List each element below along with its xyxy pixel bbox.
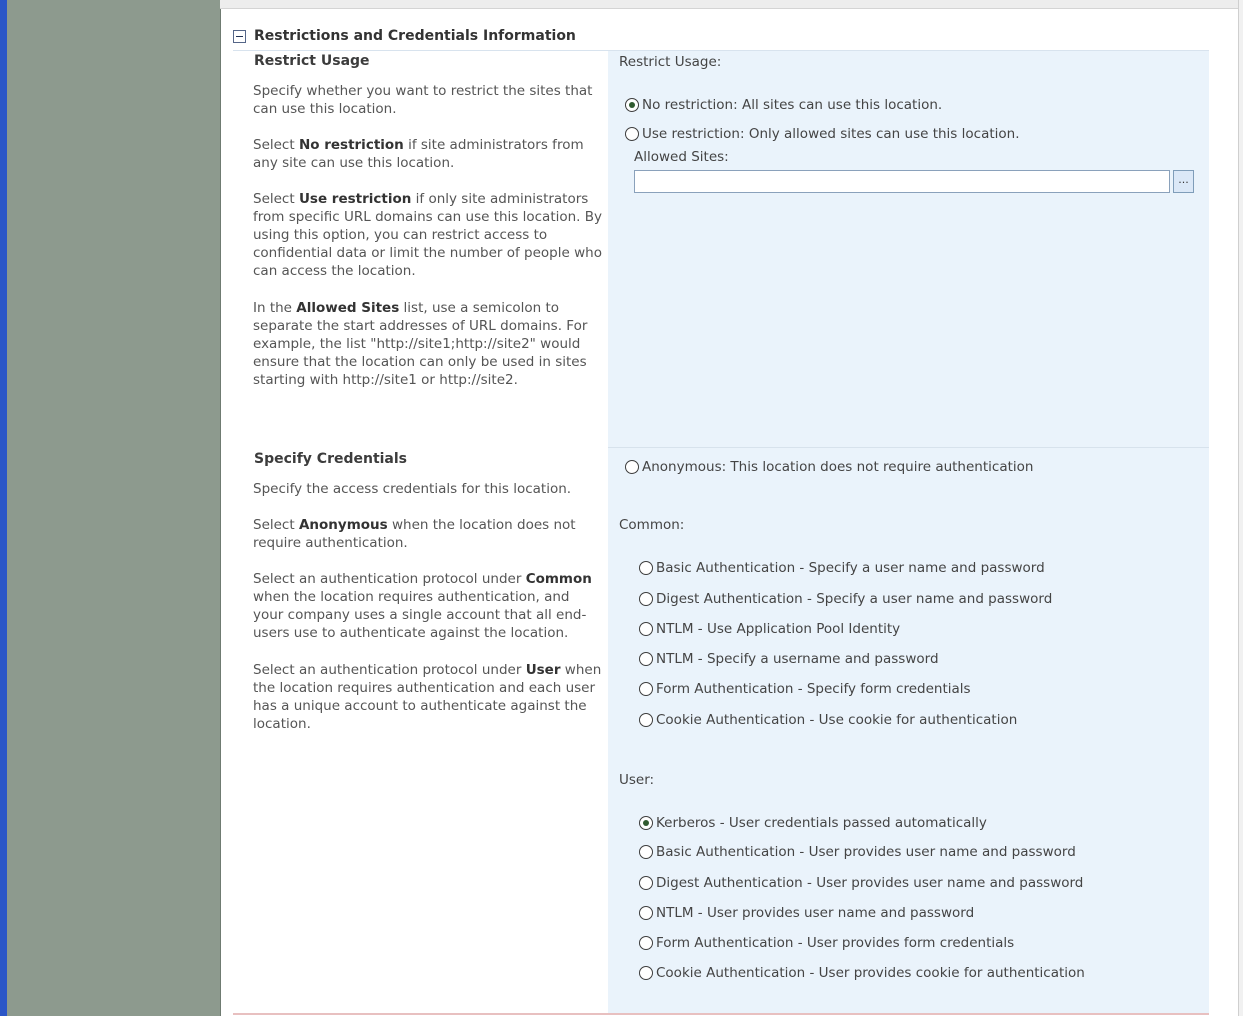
section-title: Restrictions and Credentials Information [254,28,576,44]
panel-divider [608,447,1209,448]
allowed-sites-label: Allowed Sites: [634,149,729,165]
use-restriction-radio[interactable]: Use restriction: Only allowed sites can … [625,126,1020,142]
radio-icon [639,652,653,666]
restrict-desc-1: Specify whether you want to restrict the… [253,83,593,117]
credentials-desc-1: Specify the access credentials for this … [253,481,572,497]
restrict-usage-heading: Restrict Usage [254,53,370,69]
top-edge [220,0,1238,9]
radio-icon [639,845,653,859]
credentials-desc-2: Select Anonymous when the location does … [253,517,576,551]
option-label: Form Authentication - User provides form… [656,935,1015,951]
specify-credentials-heading: Specify Credentials [254,451,408,467]
browse-button[interactable]: ... [1173,170,1194,193]
option-label: Form Authentication - Specify form crede… [656,681,971,697]
radio-icon [639,713,653,727]
user-option-ntlm[interactable]: NTLM - User provides user name and passw… [639,905,974,921]
radio-icon [625,127,639,141]
collapse-toggle-icon[interactable] [233,29,246,43]
option-label: Digest Authentication - User provides us… [656,875,1084,891]
radio-icon [639,592,653,606]
radio-icon [639,682,653,696]
use-restriction-label: Use restriction: Only allowed sites can … [642,126,1020,142]
common-option-cookie[interactable]: Cookie Authentication - Use cookie for a… [639,712,1017,728]
settings-panel [608,51,1209,1013]
restrict-usage-label: Restrict Usage: [619,54,722,70]
common-option-ntlm-pool[interactable]: NTLM - Use Application Pool Identity [639,621,900,637]
radio-icon [639,876,653,890]
common-label: Common: [619,517,685,533]
option-label: NTLM - Specify a username and password [656,651,939,667]
restrict-desc-4: In the Allowed Sites list, use a semicol… [253,300,588,388]
option-label: Basic Authentication - Specify a user na… [656,560,1045,576]
restrict-desc-2: Select No restriction if site administra… [253,137,584,171]
window-left-border [0,0,7,1016]
right-scroll-edge [1238,0,1243,1016]
option-label: Cookie Authentication - User provides co… [656,965,1085,981]
radio-icon [639,561,653,575]
option-label: NTLM - User provides user name and passw… [656,905,975,921]
user-label: User: [619,772,655,788]
credentials-desc-4: Select an authentication protocol under … [253,662,602,732]
user-option-cookie[interactable]: Cookie Authentication - User provides co… [639,965,1085,981]
radio-icon [625,98,639,112]
anonymous-radio[interactable]: Anonymous: This location does not requir… [625,459,1033,475]
left-navigation-band [7,0,221,1016]
bottom-divider [233,1013,1209,1015]
radio-icon [639,906,653,920]
section-header: Restrictions and Credentials Information [233,26,576,46]
no-restriction-label: No restriction: All sites can use this l… [642,97,943,113]
user-option-form[interactable]: Form Authentication - User provides form… [639,935,1014,951]
credentials-desc-3: Select an authentication protocol under … [253,571,592,641]
radio-icon [639,816,653,830]
radio-icon [639,622,653,636]
allowed-sites-input[interactable] [634,170,1170,193]
option-label: Basic Authentication - User provides use… [656,844,1076,860]
common-option-basic[interactable]: Basic Authentication - Specify a user na… [639,560,1045,576]
option-label: Cookie Authentication - Use cookie for a… [656,712,1018,728]
user-option-kerberos[interactable]: Kerberos - User credentials passed autom… [639,815,987,831]
option-label: NTLM - Use Application Pool Identity [656,621,901,637]
common-option-form[interactable]: Form Authentication - Specify form crede… [639,681,971,697]
user-option-basic[interactable]: Basic Authentication - User provides use… [639,844,1076,860]
restrict-desc-3: Select Use restriction if only site admi… [253,191,603,279]
option-label: Digest Authentication - Specify a user n… [656,591,1053,607]
option-label: Kerberos - User credentials passed autom… [656,815,987,831]
common-option-ntlm-specify[interactable]: NTLM - Specify a username and password [639,651,939,667]
common-option-digest[interactable]: Digest Authentication - Specify a user n… [639,591,1052,607]
radio-icon [639,936,653,950]
anonymous-label: Anonymous: This location does not requir… [642,459,1034,475]
radio-icon [625,460,639,474]
no-restriction-radio[interactable]: No restriction: All sites can use this l… [625,97,942,113]
user-option-digest[interactable]: Digest Authentication - User provides us… [639,875,1083,891]
radio-icon [639,966,653,980]
